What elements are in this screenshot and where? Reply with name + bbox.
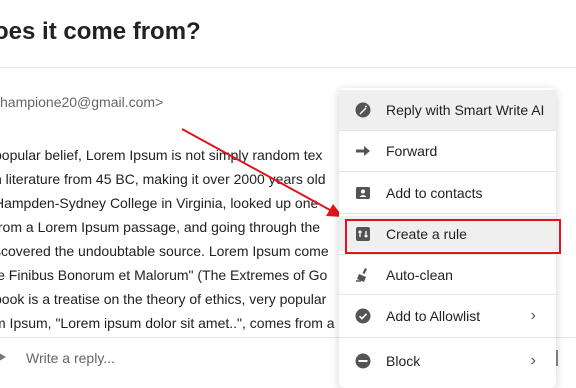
reply-input[interactable]: Write a reply... — [26, 350, 115, 366]
contact-card-icon — [355, 185, 371, 201]
menu-item-label: Add to contacts — [386, 185, 483, 201]
menu-item-label: Forward — [386, 143, 438, 159]
annotation-highlight-box — [345, 219, 561, 254]
chevron-right-icon: › — [530, 352, 536, 369]
chevron-right-icon: › — [530, 307, 536, 324]
menu-item-block[interactable]: Block › — [339, 341, 556, 381]
broom-icon — [355, 267, 371, 283]
menu-divider — [339, 337, 556, 338]
menu-divider — [339, 213, 556, 214]
menu-item-label: Auto-clean — [386, 267, 453, 283]
send-icon[interactable] — [556, 350, 558, 366]
sender-address: hampione20@gmail.com> — [0, 94, 164, 110]
smart-write-icon — [355, 102, 371, 118]
menu-item-label: Add to Allowlist — [386, 308, 481, 324]
menu-item-label: Reply with Smart Write AI — [386, 102, 545, 118]
reply-arrow-icon — [0, 350, 6, 364]
menu-item-smart-write[interactable]: Reply with Smart Write AI — [339, 90, 556, 130]
menu-divider — [339, 294, 556, 295]
menu-item-forward[interactable]: Forward — [339, 131, 556, 171]
block-icon — [355, 353, 371, 369]
menu-divider — [339, 171, 556, 172]
menu-item-allowlist[interactable]: Add to Allowlist › — [339, 296, 556, 336]
menu-item-label: Block — [386, 353, 421, 369]
check-circle-icon — [355, 308, 371, 324]
forward-icon — [355, 143, 371, 159]
menu-item-auto-clean[interactable]: Auto-clean — [339, 255, 556, 295]
menu-item-add-contacts[interactable]: Add to contacts — [339, 173, 556, 213]
header-divider — [0, 67, 576, 68]
email-subject: oes it come from? — [0, 18, 201, 45]
